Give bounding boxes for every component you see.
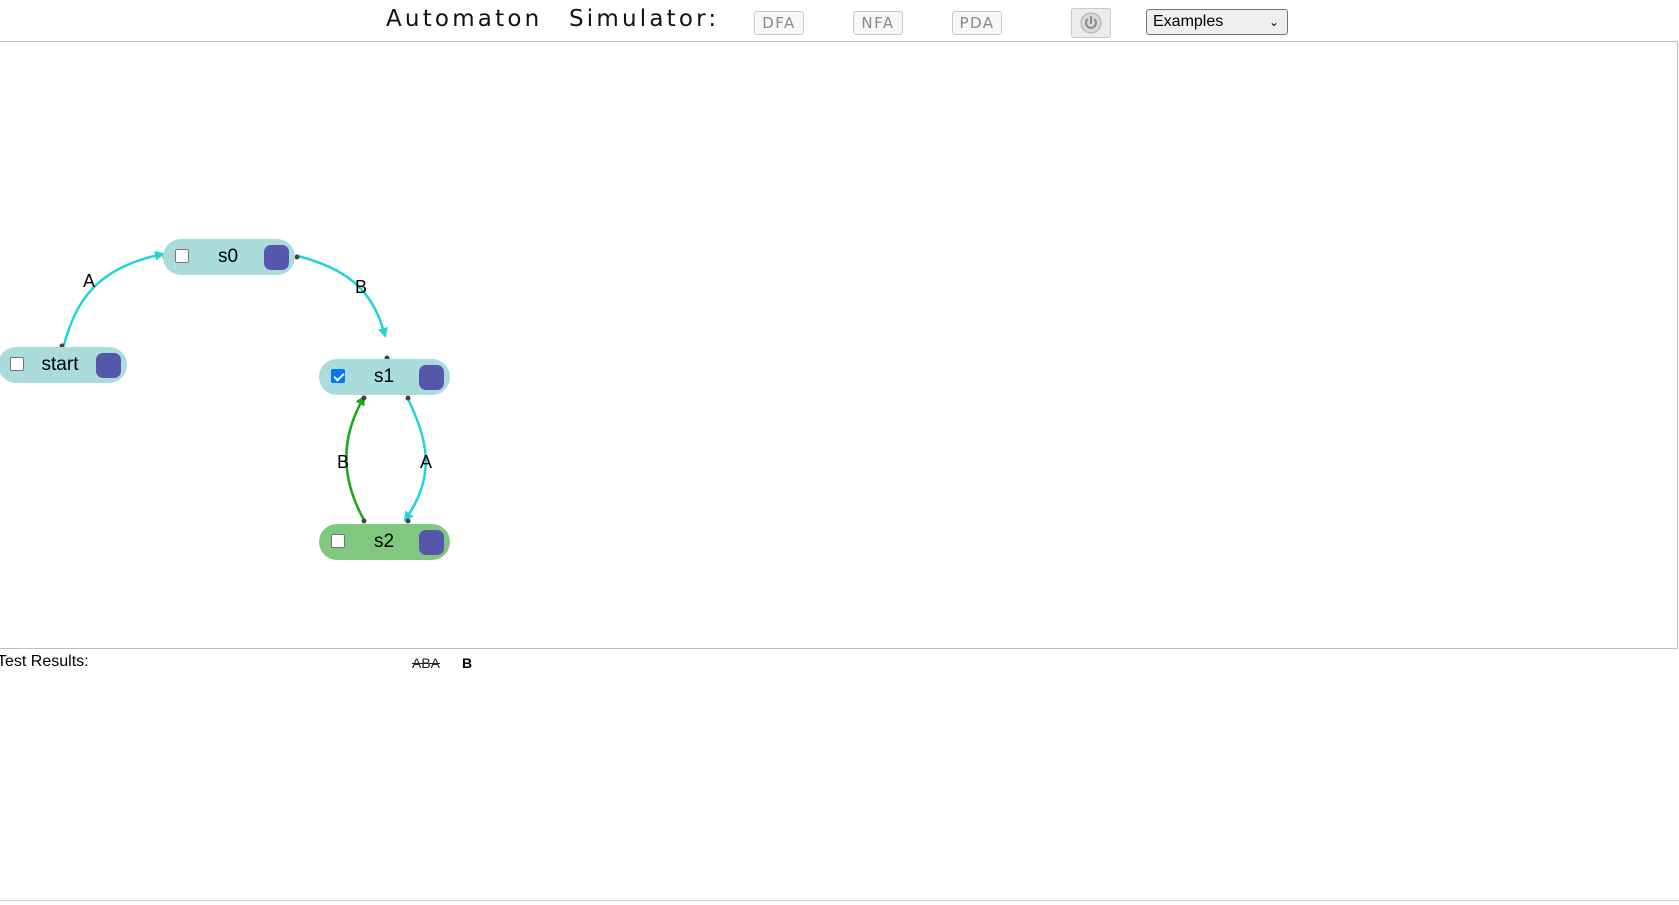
accept-checkbox-s2[interactable]	[331, 534, 345, 548]
accept-checkbox-s1[interactable]	[331, 369, 345, 383]
transition-s0-s1	[297, 254, 388, 338]
nfa-mode-button[interactable]: NFA	[853, 11, 903, 35]
transition-start-s0	[62, 250, 165, 346]
examples-select[interactable]: Examples ⌄	[1146, 9, 1288, 35]
state-label-start: start	[41, 354, 79, 375]
state-label-s1: s1	[373, 366, 395, 387]
examples-select-value: Examples	[1153, 13, 1224, 30]
app-title-simulator: Simulator:	[569, 6, 720, 32]
transition-edges: A B A B	[59, 250, 432, 524]
run-button[interactable]	[1071, 8, 1111, 38]
drag-handle-start[interactable]	[96, 353, 121, 378]
drag-handle-s2[interactable]	[419, 530, 444, 555]
test-result-failed[interactable]: ABA	[412, 655, 440, 671]
test-results-label: Test Results:	[0, 653, 89, 670]
automaton-canvas[interactable]: A B A B start s0 s1 s2	[0, 41, 1678, 649]
accept-checkbox-start[interactable]	[10, 357, 24, 371]
transition-label-s1-s2: A	[420, 452, 432, 472]
drag-handle-s1[interactable]	[419, 365, 444, 390]
power-icon	[1080, 12, 1102, 34]
accept-checkbox-s0[interactable]	[175, 249, 189, 263]
state-label-s2: s2	[373, 531, 395, 552]
app-title-automaton: Automaton	[386, 6, 543, 32]
transition-label-s0-s1: B	[355, 277, 367, 297]
state-s1[interactable]: s1	[319, 359, 450, 395]
chevron-down-icon: ⌄	[1268, 15, 1279, 29]
state-s2[interactable]: s2	[319, 524, 450, 560]
transition-label-s2-s1: B	[337, 452, 349, 472]
transition-label-start-s0: A	[83, 271, 95, 291]
footer-divider	[0, 900, 1679, 901]
app-header: Automaton Simulator: DFA NFA PDA Example…	[0, 0, 1679, 42]
pda-mode-button[interactable]: PDA	[952, 11, 1002, 35]
state-s0[interactable]: s0	[163, 239, 295, 275]
test-result-passed[interactable]: B	[462, 655, 472, 671]
dfa-mode-button[interactable]: DFA	[754, 11, 804, 35]
state-label-s0: s0	[217, 246, 239, 267]
drag-handle-s0[interactable]	[264, 245, 289, 270]
state-start[interactable]: start	[0, 347, 127, 383]
